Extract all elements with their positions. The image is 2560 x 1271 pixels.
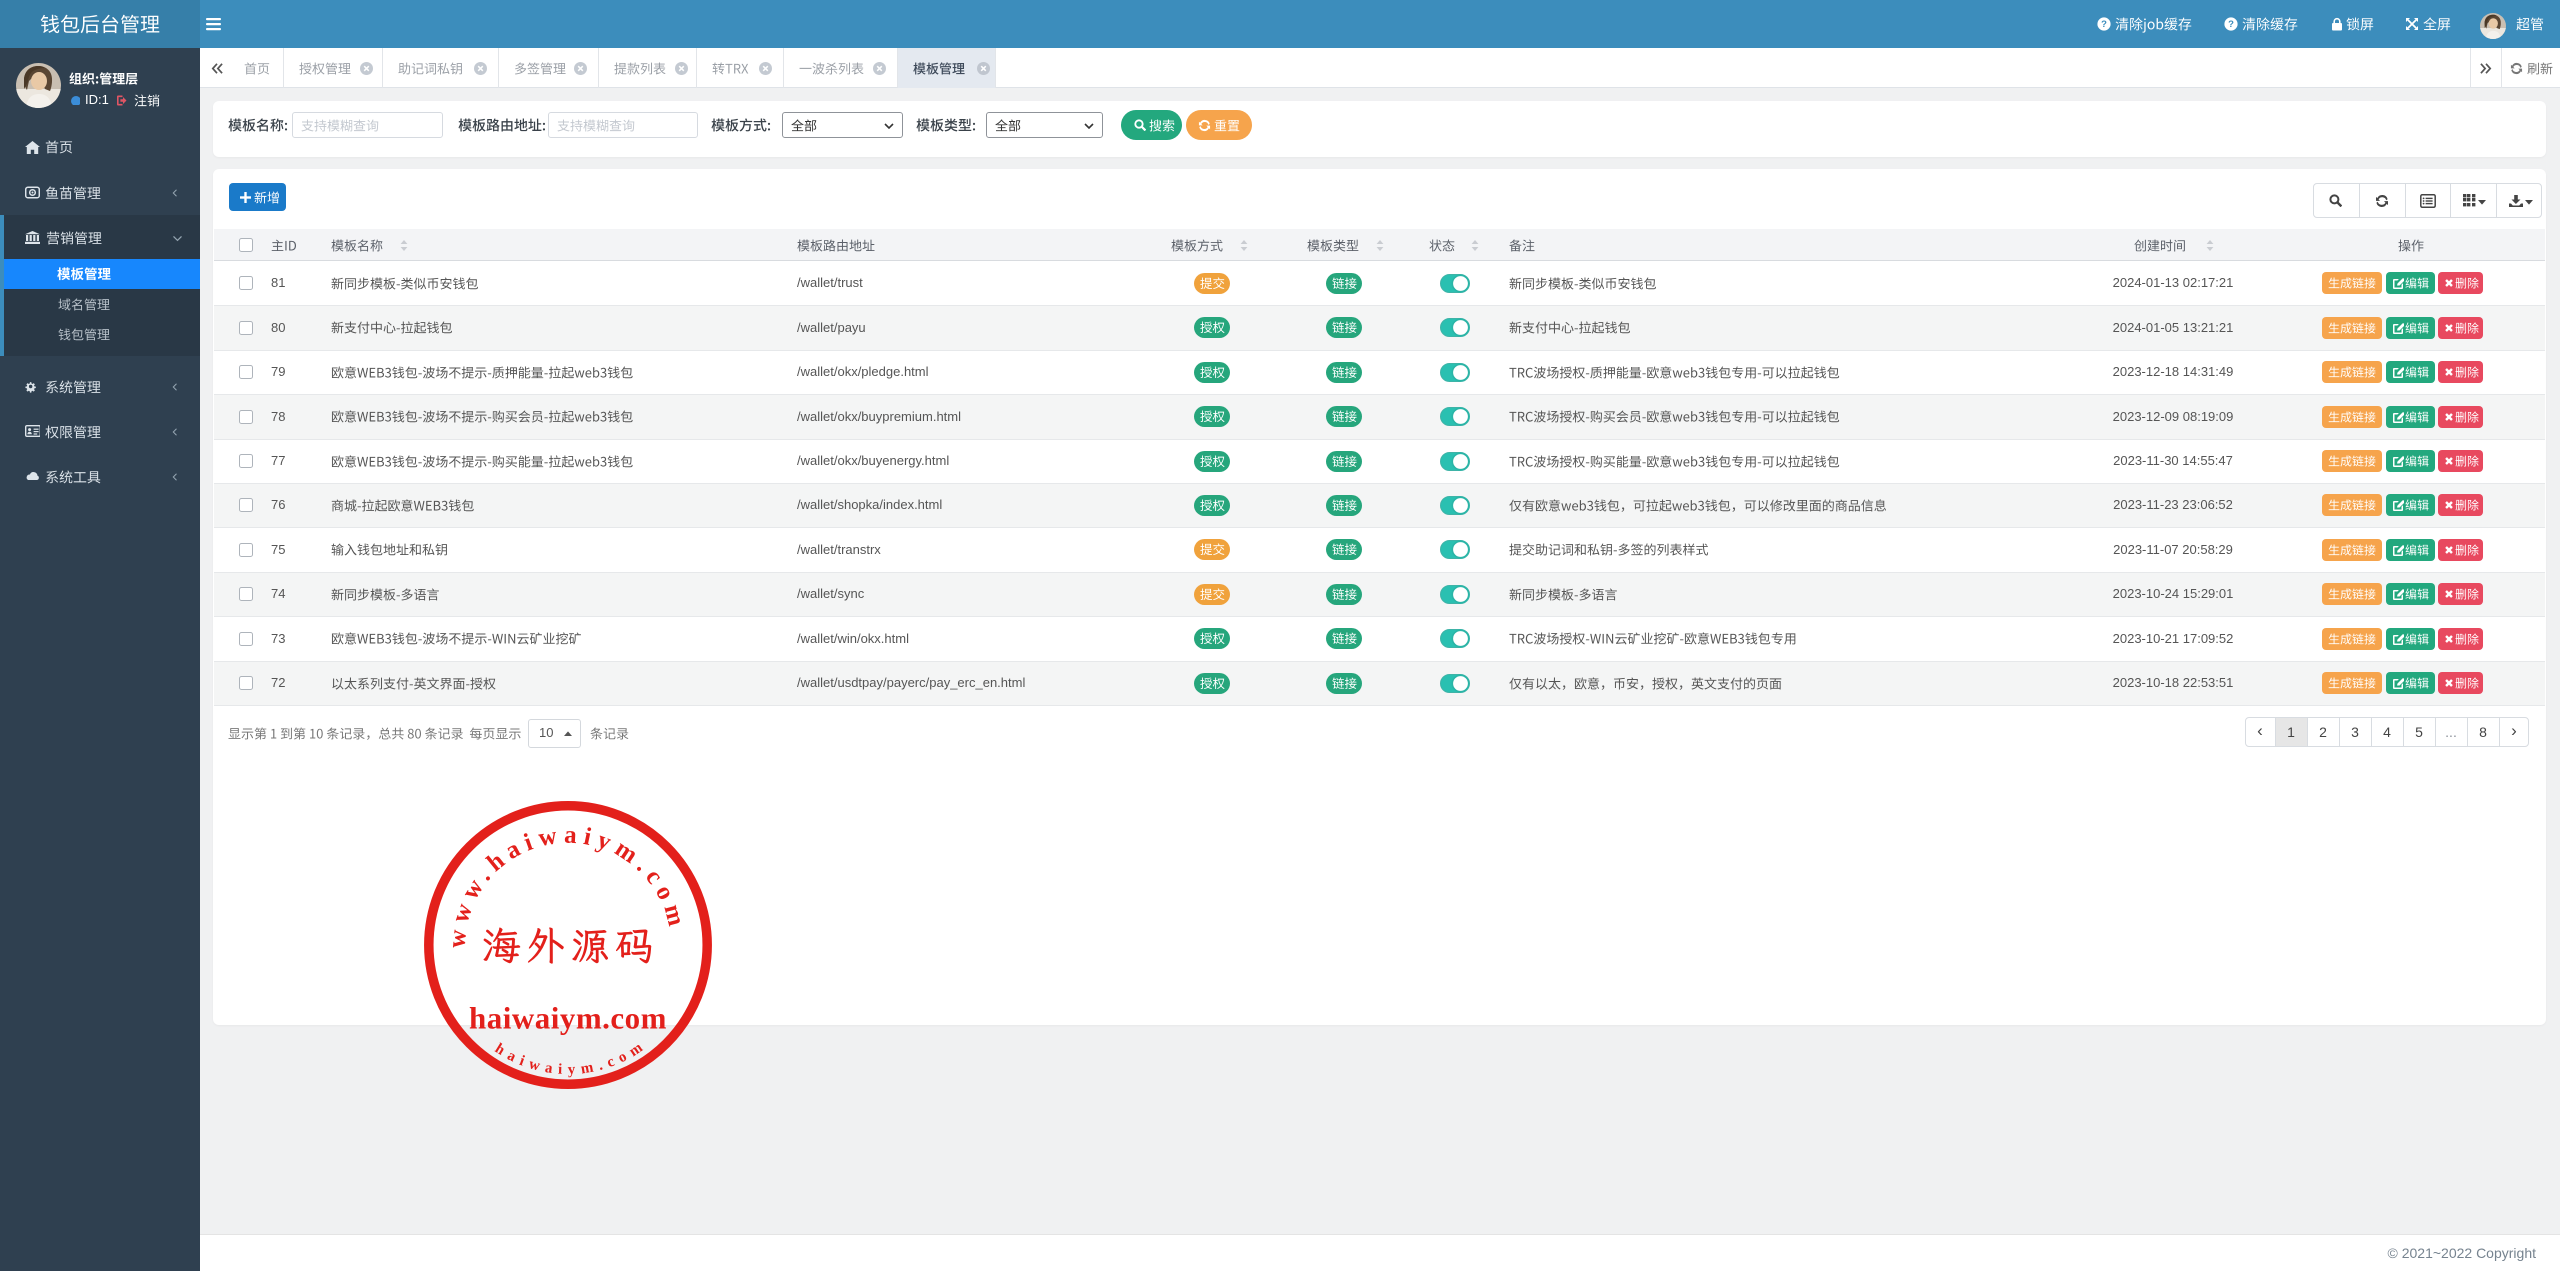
svg-text:?: ? [2101,19,2107,30]
svg-text:?: ? [2228,19,2234,30]
svg-text:haiwaiym.com: haiwaiym.com [469,1000,667,1035]
